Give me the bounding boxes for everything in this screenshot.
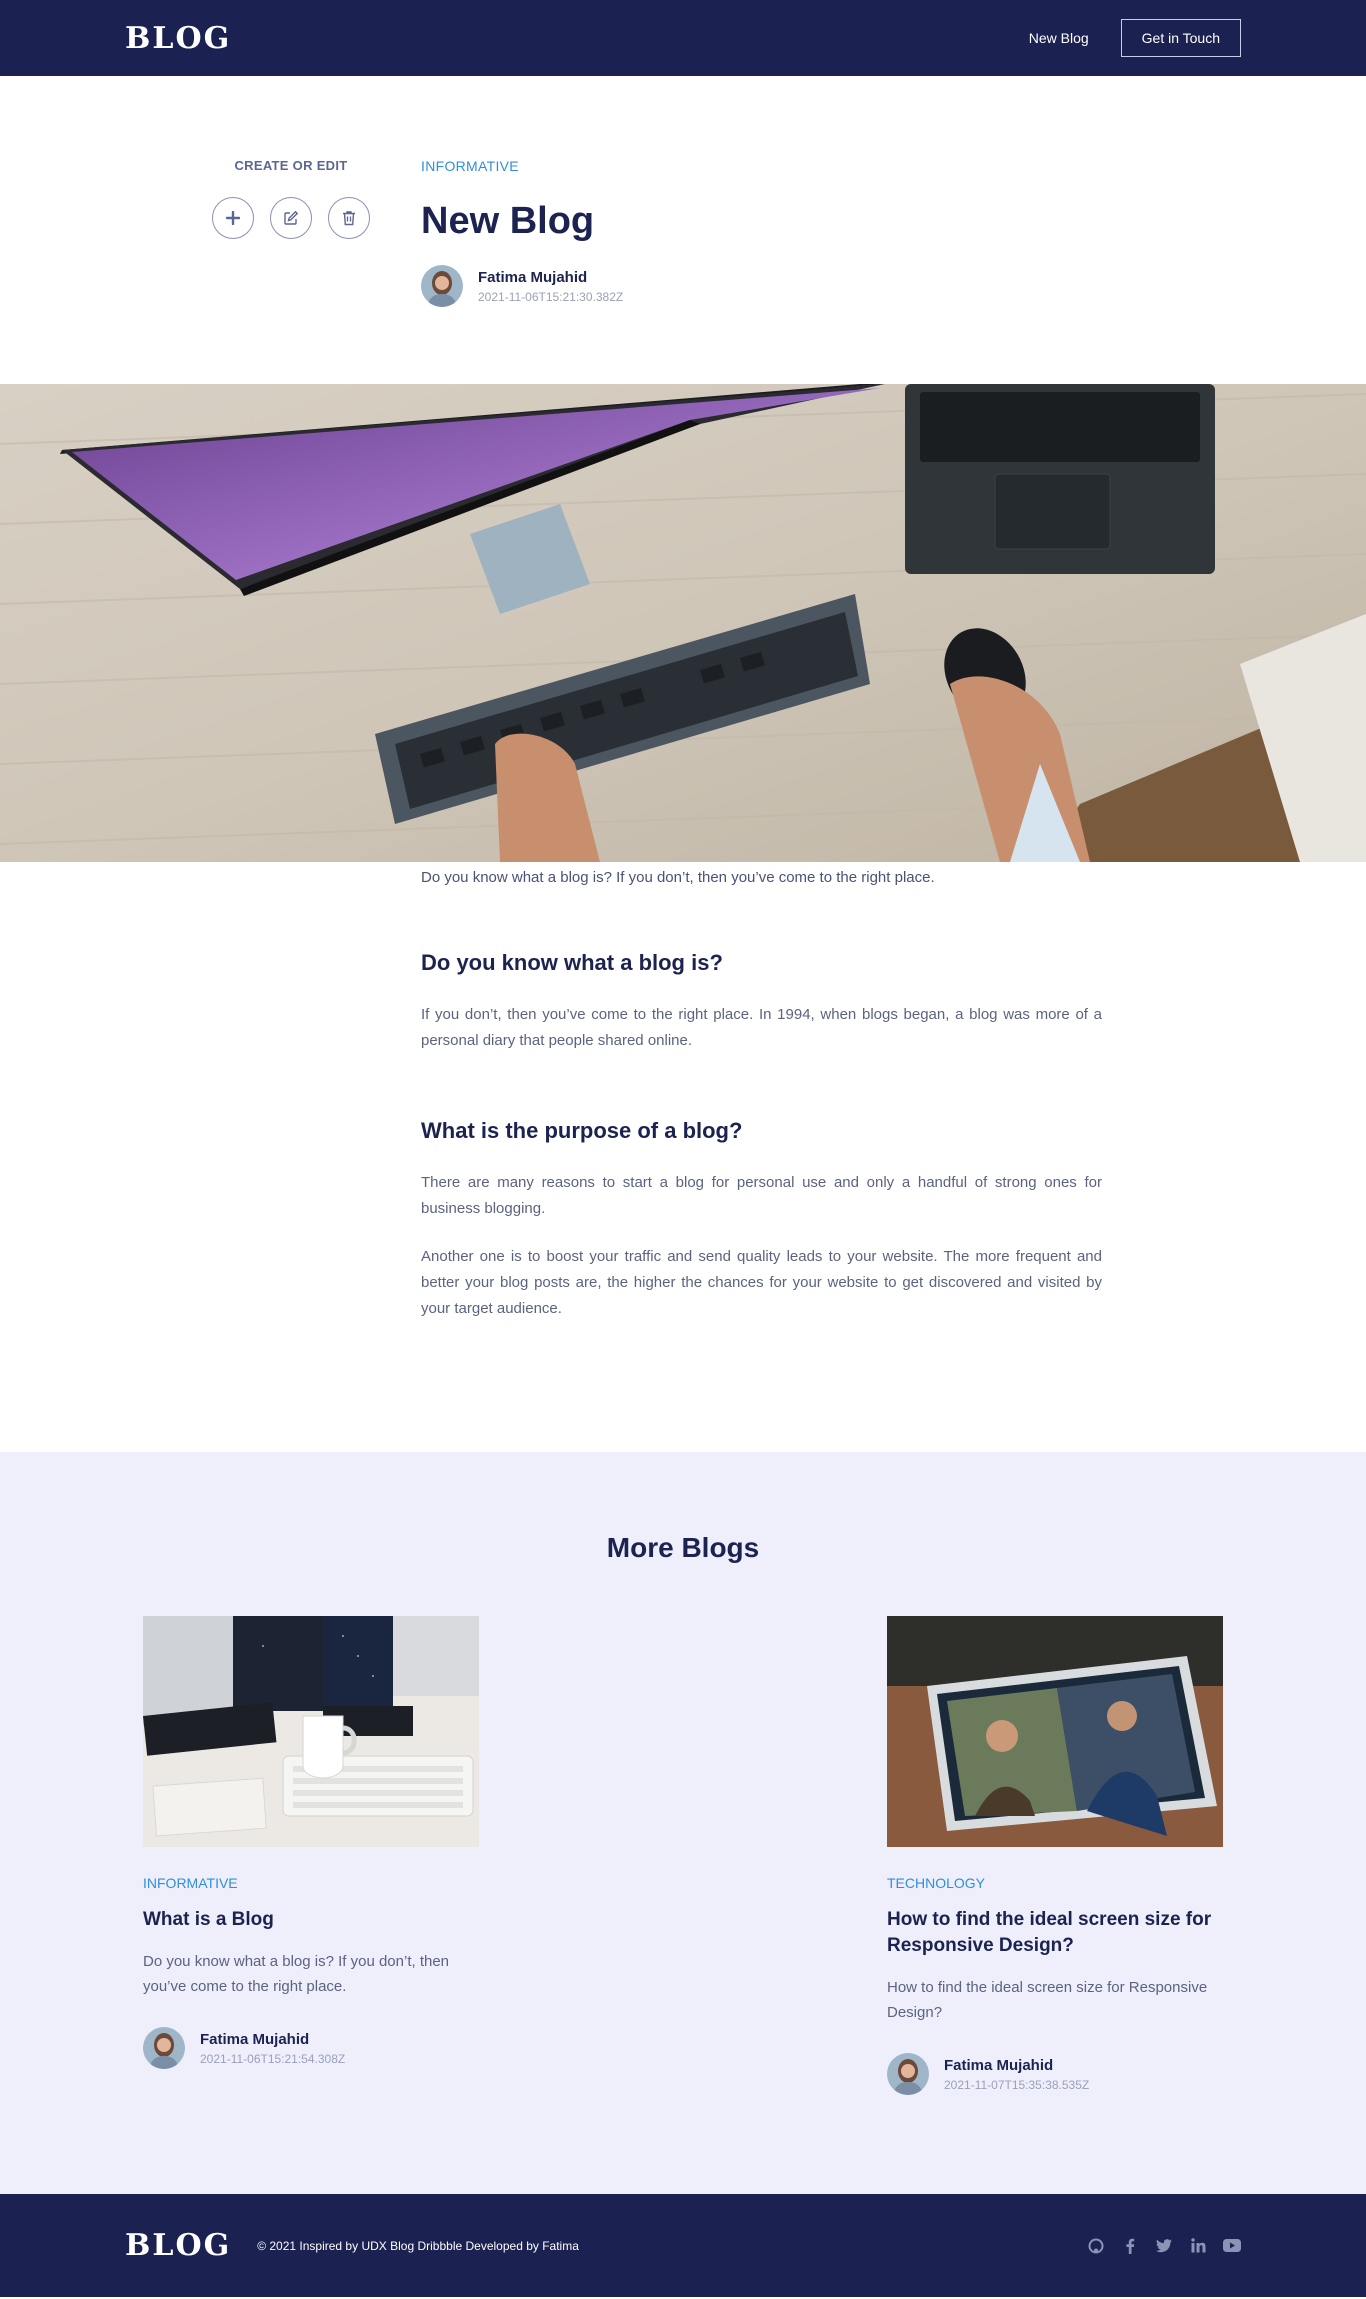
blog-card-author: Fatima Mujahid 2021-11-06T15:21:54.308Z (143, 2027, 479, 2069)
blog-cards: INFORMATIVE What is a Blog Do you know w… (0, 1616, 1366, 2095)
post-title: New Blog (421, 200, 595, 242)
new-blog-link[interactable]: New Blog (1029, 30, 1089, 46)
site-logo[interactable]: BLOG (125, 21, 231, 56)
post-category[interactable]: INFORMATIVE (421, 158, 623, 174)
edit-icon (284, 210, 299, 225)
facebook-icon[interactable] (1121, 2237, 1139, 2255)
blog-card[interactable]: TECHNOLOGY How to find the ideal screen … (887, 1616, 1223, 2095)
post-header: CREATE OR EDIT INFORMATIVE New Blog Fati… (0, 76, 1366, 384)
hero-image (0, 384, 1366, 862)
author-avatar (143, 2027, 185, 2069)
section-paragraph-2: There are many reasons to start a blog f… (421, 1174, 1102, 1217)
linkedin-icon[interactable] (1189, 2237, 1207, 2255)
blog-card-category[interactable]: INFORMATIVE (143, 1875, 479, 1891)
blog-card-title[interactable]: How to find the ideal screen size for Re… (887, 1907, 1223, 1959)
article-lead: Do you know what a blog is? If you don’t… (421, 869, 935, 886)
author-name: Fatima Mujahid (200, 2030, 310, 2048)
section-paragraph-1: If you don’t, then you’ve come to the ri… (421, 1006, 1102, 1049)
author-name: Fatima Mujahid (944, 2056, 1054, 2074)
social-links (1087, 2237, 1241, 2255)
twitter-icon[interactable] (1155, 2237, 1173, 2255)
create-post-button[interactable] (212, 197, 254, 239)
create-edit-title: CREATE OR EDIT (234, 158, 348, 173)
blog-card-author: Fatima Mujahid 2021-11-07T15:35:38.535Z (887, 2053, 1223, 2095)
plus-icon (226, 211, 240, 225)
top-navbar: BLOG New Blog Get in Touch (0, 0, 1366, 76)
article-body: Do you know what a blog is? If you don’t… (0, 869, 1102, 1452)
get-in-touch-button[interactable]: Get in Touch (1120, 19, 1241, 57)
blog-card-image[interactable] (887, 1616, 1223, 1847)
github-icon[interactable] (1087, 2237, 1105, 2255)
footer-logo[interactable]: BLOG (125, 2228, 231, 2263)
delete-post-button[interactable] (328, 197, 370, 239)
youtube-icon[interactable] (1223, 2237, 1241, 2255)
blog-card-excerpt: How to find the ideal screen size for Re… (887, 1979, 1208, 2021)
blog-card-title[interactable]: What is a Blog (143, 1907, 479, 1933)
post-date: 2021-11-06T15:21:54.308Z (200, 2051, 346, 2066)
more-blogs-section: More Blogs INFORMATIVE What is a Blog Do… (0, 1452, 1366, 2194)
blog-card-image[interactable] (143, 1616, 479, 1847)
create-edit-panel: CREATE OR EDIT (212, 158, 370, 239)
blog-card-excerpt: Do you know what a blog is? If you don’t… (143, 1953, 450, 1995)
section-heading-1: Do you know what a blog is? (421, 950, 723, 975)
blog-card[interactable]: INFORMATIVE What is a Blog Do you know w… (143, 1616, 479, 2095)
footer-credit: © 2021 Inspired by UDX Blog Dribbble Dev… (257, 2238, 579, 2253)
author-name: Fatima Mujahid (478, 268, 588, 286)
post-date: 2021-11-06T15:21:30.382Z (478, 289, 624, 304)
blog-card-category[interactable]: TECHNOLOGY (887, 1875, 1223, 1891)
section-heading-2: What is the purpose of a blog? (421, 1118, 743, 1143)
author-avatar (887, 2053, 929, 2095)
edit-post-button[interactable] (270, 197, 312, 239)
section-paragraph-3: Another one is to boost your traffic and… (421, 1248, 1102, 1317)
site-footer: BLOG © 2021 Inspired by UDX Blog Dribbbl… (0, 2194, 1366, 2297)
create-edit-actions (212, 197, 370, 239)
author-avatar (421, 265, 463, 307)
nav-actions: New Blog Get in Touch (1029, 19, 1241, 57)
post-author: Fatima Mujahid 2021-11-06T15:21:30.382Z (421, 265, 623, 307)
more-blogs-title: More Blogs (606, 1532, 760, 1563)
trash-icon (343, 211, 355, 226)
post-meta: INFORMATIVE New Blog Fatima Mujahid 2021… (421, 158, 623, 307)
post-date: 2021-11-07T15:35:38.535Z (944, 2077, 1090, 2092)
